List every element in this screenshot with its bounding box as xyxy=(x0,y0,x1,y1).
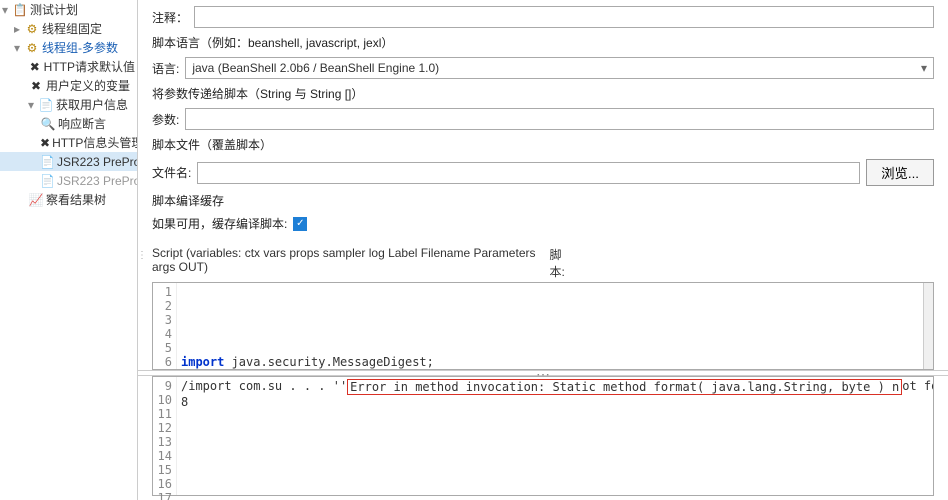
tree-assertion[interactable]: 🔍响应断言 xyxy=(0,114,137,133)
tree-result-tree[interactable]: 📈察看结果树 xyxy=(0,190,137,209)
tree-jsr-disabled[interactable]: 📄JSR223 PreProcessor(账密 xyxy=(0,171,137,190)
language-select[interactable]: java (BeanShell 2.0b6 / BeanShell Engine… xyxy=(185,57,934,79)
browse-button[interactable]: 浏览... xyxy=(866,159,934,186)
comment-input[interactable] xyxy=(194,6,934,28)
tree-user-vars[interactable]: ✖用户定义的变量 xyxy=(0,76,137,95)
file-label: 文件名: xyxy=(152,164,191,181)
cache-checkbox[interactable]: ✓ xyxy=(293,217,307,231)
error-panel[interactable]: 91011121314151617181920 /import com.su .… xyxy=(152,376,934,496)
tree-jsr-active[interactable]: 📄JSR223 PreProcessor(账密 xyxy=(0,152,137,171)
tree-multi-group[interactable]: ▾⚙线程组-多参数 xyxy=(0,38,137,57)
filename-input[interactable] xyxy=(197,162,860,184)
pass-params-label: 将参数传递给脚本（String 与 String []） xyxy=(152,85,363,102)
error-gutter: 91011121314151617181920 xyxy=(153,377,177,495)
tree-http-default[interactable]: ✖HTTP请求默认值 xyxy=(0,57,137,76)
tree-fixed-group[interactable]: ▸⚙线程组固定 xyxy=(0,19,137,38)
params-label: 参数: xyxy=(152,111,179,128)
chevron-down-icon: ▾ xyxy=(921,61,927,75)
main-panel: 注释： 脚本语言（例如：beanshell, javascript, jexl）… xyxy=(138,0,948,500)
params-input[interactable] xyxy=(185,108,934,130)
cache-group-label: 脚本编译缓存 xyxy=(152,192,224,209)
script-editor[interactable]: 1234567891011121314151617181920 import j… xyxy=(152,282,934,370)
cache-label: 如果可用，缓存编译脚本: xyxy=(152,215,287,232)
horizontal-splitter[interactable] xyxy=(138,370,948,376)
script-file-label: 脚本文件（覆盖脚本） xyxy=(152,136,272,153)
lang-note: 脚本语言（例如：beanshell, javascript, jexl） xyxy=(152,34,393,51)
scrollbar-vertical[interactable] xyxy=(923,283,933,369)
line-gutter: 1234567891011121314151617181920 xyxy=(153,283,177,370)
script-desc: Script (variables: ctx vars props sample… xyxy=(152,246,549,280)
lang-label: 语言: xyxy=(152,60,179,77)
comment-label: 注释： xyxy=(152,9,188,26)
code-body[interactable]: import java.security.MessageDigest; //im… xyxy=(177,283,933,370)
splitter-handle[interactable]: ⋮ xyxy=(137,250,147,261)
tree-header-mgr[interactable]: ✖HTTP信息头管理器 xyxy=(0,133,137,152)
error-body: /import com.su . . . '' Error in method … xyxy=(177,377,933,495)
script-label: 脚本: xyxy=(549,246,574,280)
tree-panel: ▾📋测试计划 ▸⚙线程组固定 ▾⚙线程组-多参数 ✖HTTP请求默认值 ✖用户定… xyxy=(0,0,138,500)
tree-root[interactable]: ▾📋测试计划 xyxy=(0,0,137,19)
tree-user-info[interactable]: ▾📄获取用户信息 xyxy=(0,95,137,114)
